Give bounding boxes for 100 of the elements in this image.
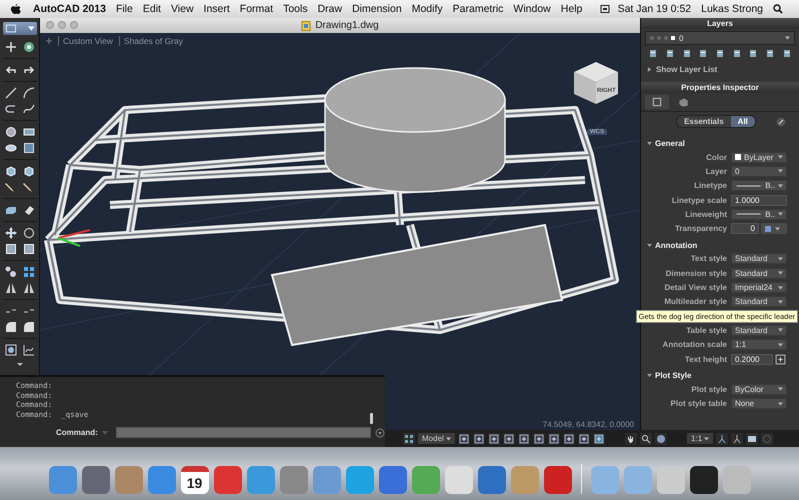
ellipse-icon[interactable] xyxy=(4,142,16,154)
layer-tool-icon[interactable] xyxy=(682,49,692,59)
plus-icon[interactable] xyxy=(4,41,16,53)
filter-tab[interactable]: All xyxy=(730,116,755,127)
command-input[interactable] xyxy=(116,427,372,438)
value-dropdown[interactable]: ByLayer xyxy=(731,152,787,163)
zoom-icon[interactable] xyxy=(640,432,652,444)
cube-icon[interactable] xyxy=(4,165,16,177)
menu-item[interactable]: View xyxy=(170,3,194,15)
viewport-label[interactable]: Shades of Gray xyxy=(118,36,183,46)
menu-item[interactable]: Draw xyxy=(318,3,342,15)
eraser-icon[interactable] xyxy=(22,204,34,216)
plus-icon[interactable] xyxy=(563,432,576,444)
section-header[interactable]: Annotation xyxy=(641,238,799,252)
view-cube-icon[interactable] xyxy=(574,62,618,104)
curve-icon[interactable] xyxy=(4,103,16,115)
layout-grid-icon[interactable] xyxy=(403,432,415,444)
user-name[interactable]: Lukas Strong xyxy=(701,3,763,15)
layer-tool-icon[interactable] xyxy=(782,49,792,59)
calendar-app-icon[interactable]: 19 xyxy=(180,466,208,494)
chart-icon[interactable] xyxy=(22,344,34,356)
redo-icon[interactable] xyxy=(22,64,34,76)
menu-item[interactable]: Format xyxy=(240,3,274,15)
layer-tool-icon[interactable] xyxy=(648,49,658,59)
value-dropdown[interactable]: Imperial24 xyxy=(731,282,787,294)
dots-icon[interactable] xyxy=(4,266,16,278)
mirror-icon[interactable] xyxy=(4,282,16,294)
menu-item[interactable]: Modify xyxy=(412,3,443,15)
layer-tool-icon[interactable] xyxy=(748,49,758,59)
value-field[interactable]: 0 xyxy=(731,223,759,234)
undo-icon[interactable] xyxy=(4,64,16,76)
square-icon[interactable] xyxy=(22,243,34,255)
circle-icon[interactable] xyxy=(4,126,16,138)
rotate-icon[interactable] xyxy=(22,227,34,239)
spline-icon[interactable] xyxy=(22,103,34,115)
pan-icon[interactable] xyxy=(625,432,638,444)
app-icon[interactable] xyxy=(690,466,718,494)
box-icon[interactable] xyxy=(4,204,16,216)
brush-icon[interactable] xyxy=(4,181,16,193)
value-dropdown[interactable]: B.. xyxy=(731,180,787,192)
history-toggle-icon[interactable] xyxy=(375,428,385,438)
pick-icon[interactable] xyxy=(776,116,786,126)
section-header[interactable]: Plot Style xyxy=(641,369,799,382)
annotation-scale-dropdown[interactable]: 1:1 xyxy=(687,433,714,444)
value-dropdown[interactable]: Standard xyxy=(731,268,787,279)
rect-icon[interactable] xyxy=(22,126,34,138)
apple-logo-icon[interactable] xyxy=(10,2,21,16)
color-swatch-icon xyxy=(735,154,741,160)
mirror-icon[interactable] xyxy=(22,282,34,294)
layer-tool-icon[interactable] xyxy=(714,49,725,59)
menu-item[interactable]: Window xyxy=(513,3,551,15)
value-field[interactable]: 0.2000 xyxy=(731,354,773,364)
value-field[interactable]: 1.0000 xyxy=(731,194,787,206)
clock[interactable]: Sat Jan 19 0:52 xyxy=(618,3,692,15)
menu-item[interactable]: Dimension xyxy=(352,3,402,15)
value-dropdown[interactable]: Standard xyxy=(731,253,787,264)
show-layer-list-toggle[interactable]: Show Layer List xyxy=(641,61,799,78)
transparency-dropdown[interactable] xyxy=(761,223,787,234)
value-dropdown[interactable]: B.. xyxy=(731,208,787,220)
value-dropdown[interactable]: 1:1 xyxy=(731,339,787,350)
square-icon[interactable] xyxy=(4,243,16,255)
layer-dropdown[interactable]: 0 xyxy=(645,31,795,45)
caret-icon xyxy=(446,437,452,441)
value-dropdown[interactable]: ByColor xyxy=(731,384,787,395)
fillet-icon[interactable] xyxy=(22,321,34,333)
arc-icon[interactable] xyxy=(22,87,34,99)
menu-item[interactable]: Insert xyxy=(204,3,230,15)
viewport-label[interactable]: Custom View xyxy=(58,36,113,46)
screen-icon[interactable] xyxy=(600,4,610,14)
scrollbar-thumb[interactable] xyxy=(370,413,373,424)
value-dropdown[interactable]: None xyxy=(731,398,787,410)
value-dropdown[interactable]: Standard xyxy=(731,296,787,308)
menu-item[interactable]: File xyxy=(116,3,133,15)
section-header[interactable]: General xyxy=(641,137,799,150)
layer-tool-icon[interactable] xyxy=(732,49,742,59)
caret-icon xyxy=(778,212,783,216)
caret-icon[interactable] xyxy=(16,362,24,367)
menu-item[interactable]: Help xyxy=(560,3,582,15)
palette-dropdown[interactable] xyxy=(2,22,36,35)
brush-icon[interactable] xyxy=(22,181,34,193)
layout-dropdown[interactable]: Model xyxy=(418,433,456,444)
menu-item[interactable]: Tools xyxy=(283,3,308,15)
hatch-icon[interactable] xyxy=(22,142,34,154)
app-menu[interactable]: AutoCAD 2013 xyxy=(33,3,106,15)
value-dropdown[interactable]: 0 xyxy=(731,166,787,177)
value-dropdown[interactable]: Standard xyxy=(731,324,787,336)
line-icon[interactable] xyxy=(4,87,16,99)
cube-icon[interactable] xyxy=(22,165,34,177)
menu-item[interactable]: Edit xyxy=(142,3,161,15)
layer-tool-icon[interactable] xyxy=(698,49,708,59)
search-icon[interactable] xyxy=(773,4,783,14)
layer-tool-icon[interactable] xyxy=(764,49,775,59)
layer-tool-icon[interactable] xyxy=(664,49,675,59)
properties-tab-icon[interactable] xyxy=(645,95,669,109)
filter-tab[interactable]: Essentials xyxy=(677,116,731,127)
move-icon[interactable] xyxy=(4,227,16,239)
menu-item[interactable]: Parametric xyxy=(452,3,504,15)
viewport-area[interactable]: 74.5049, 64.8342, 0.0000 xyxy=(385,375,640,430)
property-label: Dimension style xyxy=(664,268,728,278)
fillet-icon[interactable] xyxy=(4,321,16,333)
